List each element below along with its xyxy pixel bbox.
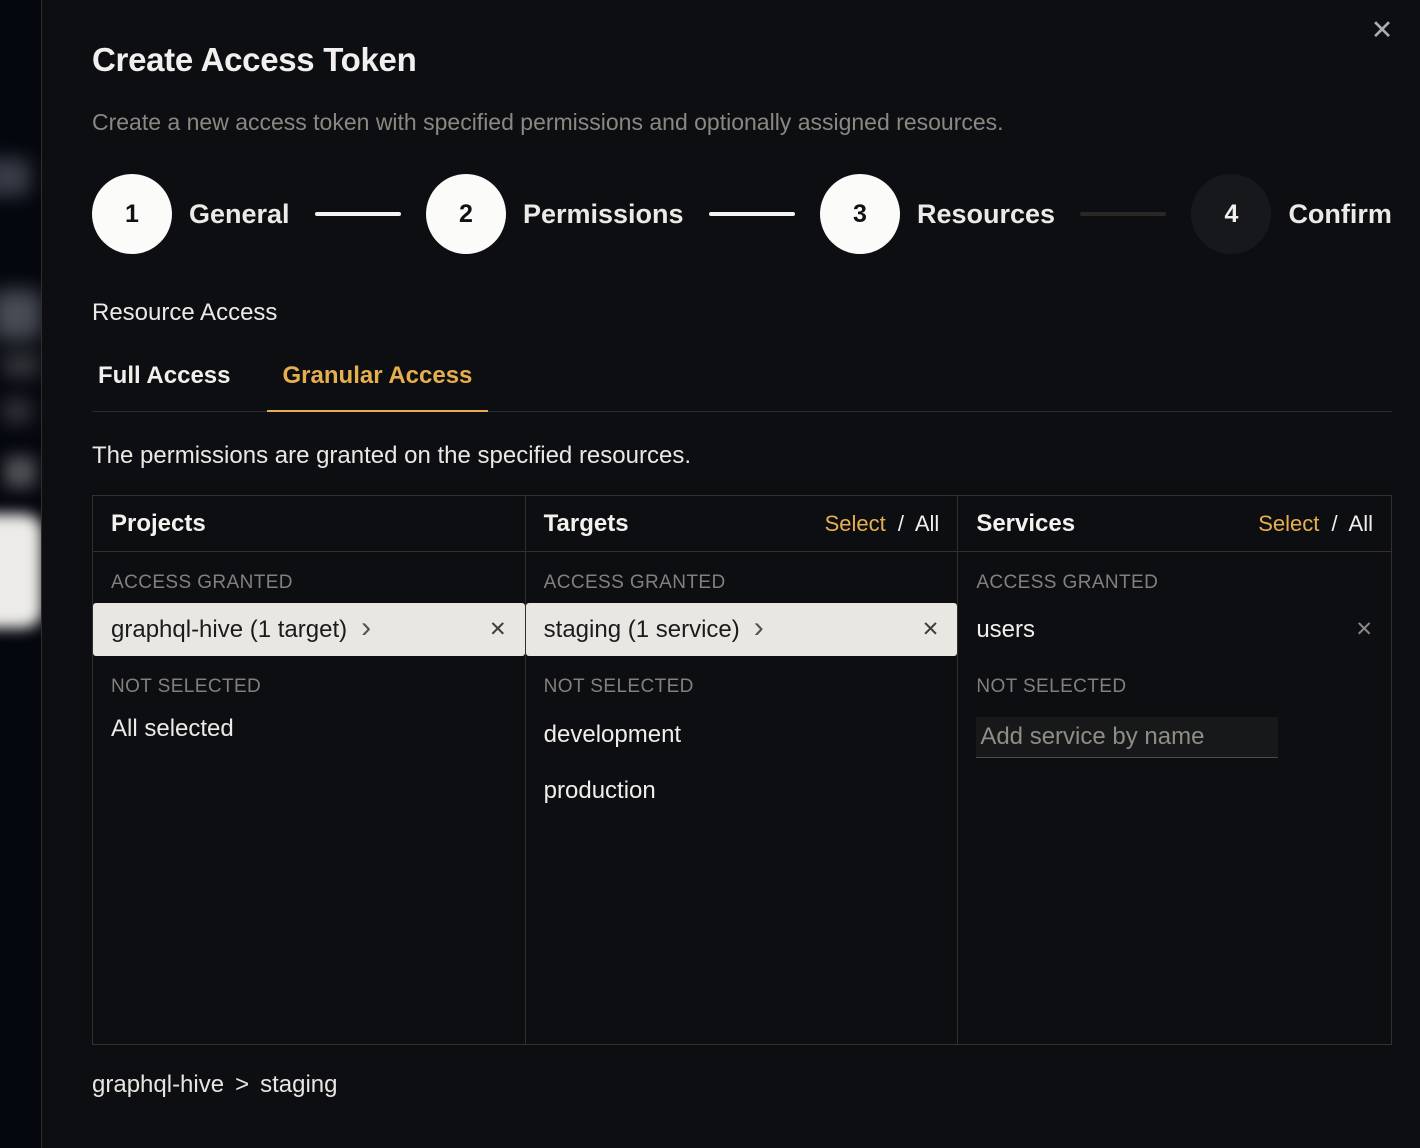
targets-access-granted-label: ACCESS GRANTED [544, 572, 940, 594]
background-blur-blob [2, 352, 40, 378]
tab-granular-access[interactable]: Granular Access [267, 362, 489, 412]
step-connector-line [315, 212, 401, 216]
step-resources[interactable]: 3 Resources [820, 174, 1055, 254]
step-connector-line [1080, 212, 1166, 216]
resource-access-heading: Resource Access [92, 299, 1392, 327]
background-blur-blob [0, 514, 41, 628]
step-number-circle: 2 [426, 174, 506, 254]
close-icon[interactable]: ✕ [1365, 13, 1399, 47]
granted-target-label: staging (1 service) [544, 616, 740, 644]
add-service-input[interactable] [976, 717, 1278, 758]
projects-column: Projects ACCESS GRANTED graphql-hive (1 … [93, 496, 526, 1044]
step-number-circle: 1 [92, 174, 172, 254]
breadcrumb-project: graphql-hive [92, 1071, 224, 1099]
wizard-stepper: 1 General 2 Permissions 3 Resources 4 Co… [92, 174, 1392, 254]
step-label: Confirm [1288, 199, 1392, 230]
services-header-action: Select / All [1258, 511, 1373, 537]
background-blur-blob [0, 290, 41, 340]
access-mode-tabs: Full Access Granular Access [92, 362, 1392, 412]
tab-full-access[interactable]: Full Access [92, 362, 237, 411]
breadcrumb-separator: > [235, 1071, 249, 1099]
projects-access-granted-label: ACCESS GRANTED [111, 572, 507, 594]
remove-project-icon[interactable]: ✕ [489, 617, 507, 642]
remove-target-icon[interactable]: ✕ [922, 617, 940, 642]
services-select-all-link[interactable]: All [1349, 511, 1373, 536]
targets-header-action: Select / All [825, 511, 940, 537]
step-permissions[interactable]: 2 Permissions [426, 174, 684, 254]
granular-access-description: The permissions are granted on the speci… [92, 442, 1392, 470]
granted-project-row[interactable]: graphql-hive (1 target) › ✕ [93, 603, 525, 656]
background-blur-blob [2, 398, 32, 424]
background-blur-blob [4, 456, 36, 488]
services-not-selected-label: NOT SELECTED [976, 676, 1373, 698]
targets-select-all-link[interactable]: All [915, 511, 939, 536]
remove-service-icon[interactable]: ✕ [1355, 617, 1373, 642]
background-blur-blob [0, 158, 30, 196]
projects-not-selected-label: NOT SELECTED [111, 676, 507, 698]
step-label: Resources [917, 199, 1055, 230]
chevron-right-icon: › [361, 613, 371, 643]
targets-select-link[interactable]: Select [825, 511, 886, 536]
projects-all-selected-note: All selected [111, 715, 507, 743]
targets-column: Targets Select / All ACCESS GRANTED stag… [526, 496, 959, 1044]
step-number-circle: 3 [820, 174, 900, 254]
breadcrumb-target: staging [260, 1071, 337, 1099]
targets-column-header: Targets Select / All [526, 496, 958, 552]
target-item-production[interactable]: production [526, 763, 958, 819]
services-select-link[interactable]: Select [1258, 511, 1319, 536]
create-access-token-modal: ✕ Create Access Token Create a new acces… [41, 0, 1420, 1148]
services-header-label: Services [976, 510, 1075, 538]
granted-target-row[interactable]: staging (1 service) › ✕ [526, 603, 958, 656]
targets-header-label: Targets [544, 510, 629, 538]
modal-subtitle: Create a new access token with specified… [92, 109, 1392, 136]
breadcrumb: graphql-hive > staging [92, 1071, 1392, 1099]
services-column-header: Services Select / All [958, 496, 1391, 552]
projects-header-label: Projects [111, 510, 206, 538]
targets-not-selected-label: NOT SELECTED [544, 676, 940, 698]
resource-selection-table: Projects ACCESS GRANTED graphql-hive (1 … [92, 495, 1392, 1045]
services-access-granted-label: ACCESS GRANTED [976, 572, 1373, 594]
step-general[interactable]: 1 General [92, 174, 290, 254]
chevron-right-icon: › [754, 613, 764, 643]
target-item-development[interactable]: development [526, 707, 958, 763]
action-separator: / [1332, 511, 1338, 536]
modal-title: Create Access Token [92, 41, 1392, 79]
action-separator: / [898, 511, 904, 536]
step-connector-line [709, 212, 795, 216]
targets-not-selected-list: development production [526, 707, 958, 819]
granted-project-label: graphql-hive (1 target) [111, 616, 347, 644]
granted-service-label: users [976, 616, 1035, 644]
granted-service-row: users ✕ [958, 603, 1391, 656]
step-number-circle: 4 [1191, 174, 1271, 254]
background-page-blurred [0, 0, 41, 1148]
projects-column-header: Projects [93, 496, 525, 552]
step-confirm[interactable]: 4 Confirm [1191, 174, 1392, 254]
step-label: Permissions [523, 199, 684, 230]
services-column: Services Select / All ACCESS GRANTED use… [958, 496, 1391, 1044]
step-label: General [189, 199, 290, 230]
